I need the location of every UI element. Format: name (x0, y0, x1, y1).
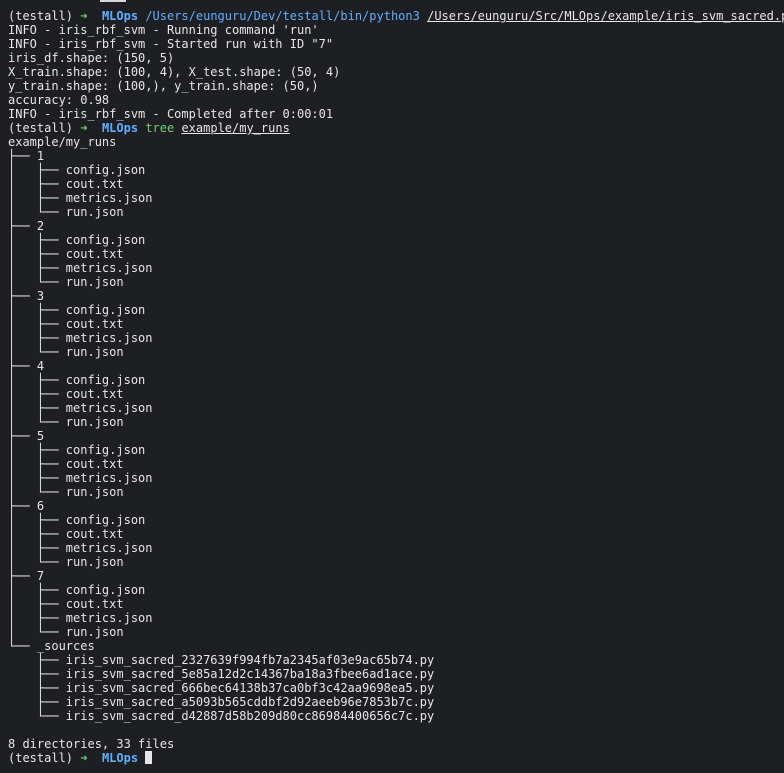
tree-file: │ └── run.json (8, 345, 124, 359)
tree-file: │ ├── metrics.json (8, 331, 153, 345)
tree-file: │ ├── cout.txt (8, 247, 124, 261)
python-executable-path: /Users/eunguru/Dev/testall/bin/python3 (145, 9, 420, 23)
current-directory: MLOps (101, 9, 139, 23)
tree-root: example/my_runs (8, 135, 117, 149)
virtualenv-label: (testall) (8, 9, 74, 23)
tree-file: │ └── run.json (8, 275, 124, 289)
tree-file: │ └── run.json (8, 205, 124, 219)
prompt-arrow-icon: ➜ (80, 121, 88, 135)
prompt-arrow-icon: ➜ (80, 751, 88, 765)
output-line: iris_df.shape: (150, 5) (8, 51, 175, 65)
tree-file: │ ├── config.json (8, 443, 146, 457)
virtualenv-label: (testall) (8, 121, 74, 135)
tree-dir: └── _sources (8, 639, 95, 653)
prompt-line-run: (testall) ➜ MLOps /Users/eunguru/Dev/tes… (8, 9, 784, 23)
tree-file: ├── iris_svm_sacred_666bec64138b37ca0bf3… (8, 681, 435, 695)
tree-dir: ├── 5 (8, 429, 45, 443)
output-line: accuracy: 0.98 (8, 93, 110, 107)
tree-file: │ └── run.json (8, 625, 124, 639)
tree-file: │ ├── config.json (8, 513, 146, 527)
tree-dir: ├── 7 (8, 569, 45, 583)
tree-dir: ├── 6 (8, 499, 45, 513)
tree-file: │ ├── metrics.json (8, 401, 153, 415)
output-line: y_train.shape: (100,), y_train.shape: (5… (8, 79, 319, 93)
terminal-window[interactable]: (testall) ➜ MLOps /Users/eunguru/Dev/tes… (8, 9, 784, 765)
tree-file: │ └── run.json (8, 415, 124, 429)
tree-path-arg[interactable]: example/my_runs (181, 121, 289, 135)
tree-dir: ├── 1 (8, 149, 45, 163)
tree-file: │ ├── metrics.json (8, 471, 153, 485)
tree-file: └── iris_svm_sacred_d42887d58b209d80cc86… (8, 709, 435, 723)
tree-file: │ ├── metrics.json (8, 261, 153, 275)
tree-dir: ├── 3 (8, 289, 45, 303)
tree-file: │ ├── config.json (8, 373, 146, 387)
tree-file: │ ├── cout.txt (8, 457, 124, 471)
tree-file: │ ├── config.json (8, 583, 146, 597)
current-directory: MLOps (101, 751, 139, 765)
tree-file: │ ├── config.json (8, 163, 146, 177)
prompt-line-tree: (testall) ➜ MLOps tree example/my_runs (8, 121, 784, 135)
tree-file: │ ├── cout.txt (8, 177, 124, 191)
tree-dir: ├── 4 (8, 359, 45, 373)
tree-file: │ ├── cout.txt (8, 597, 124, 611)
tree-file: │ ├── metrics.json (8, 611, 153, 625)
tree-file: │ ├── metrics.json (8, 191, 153, 205)
tree-file: │ ├── config.json (8, 233, 146, 247)
tree-file: ├── iris_svm_sacred_2327639f994fb7a2345a… (8, 653, 435, 667)
tree-dir: ├── 2 (8, 219, 45, 233)
tree-file: ├── iris_svm_sacred_5e85a12d2c14367ba18a… (8, 667, 435, 681)
scrolled-off-text-fragment (100, 0, 126, 2)
current-directory: MLOps (101, 121, 139, 135)
output-line: INFO - iris_rbf_svm - Completed after 0:… (8, 107, 334, 121)
tree-summary: 8 directories, 33 files (8, 737, 175, 751)
output-line: INFO - iris_rbf_svm - Started run with I… (8, 37, 334, 51)
tree-file: │ ├── cout.txt (8, 387, 124, 401)
tree-file: │ ├── config.json (8, 303, 146, 317)
tree-file: │ ├── metrics.json (8, 541, 153, 555)
text-cursor[interactable] (145, 751, 153, 764)
tree-file: ├── iris_svm_sacred_a5093b565cddbf2d92ae… (8, 695, 435, 709)
virtualenv-label: (testall) (8, 751, 74, 765)
prompt-arrow-icon: ➜ (80, 9, 88, 23)
tree-file: │ └── run.json (8, 485, 124, 499)
output-line: INFO - iris_rbf_svm - Running command 'r… (8, 23, 319, 37)
output-line: X_train.shape: (100, 4), X_test.shape: (… (8, 65, 341, 79)
tree-file: │ └── run.json (8, 555, 124, 569)
tree-command: tree (145, 121, 175, 135)
tree-file: │ ├── cout.txt (8, 317, 124, 331)
prompt-line-current[interactable]: (testall) ➜ MLOps (8, 751, 784, 765)
script-path-arg[interactable]: /Users/eunguru/Src/MLOps/example/iris_sv… (427, 9, 784, 23)
tree-file: │ ├── cout.txt (8, 527, 124, 541)
